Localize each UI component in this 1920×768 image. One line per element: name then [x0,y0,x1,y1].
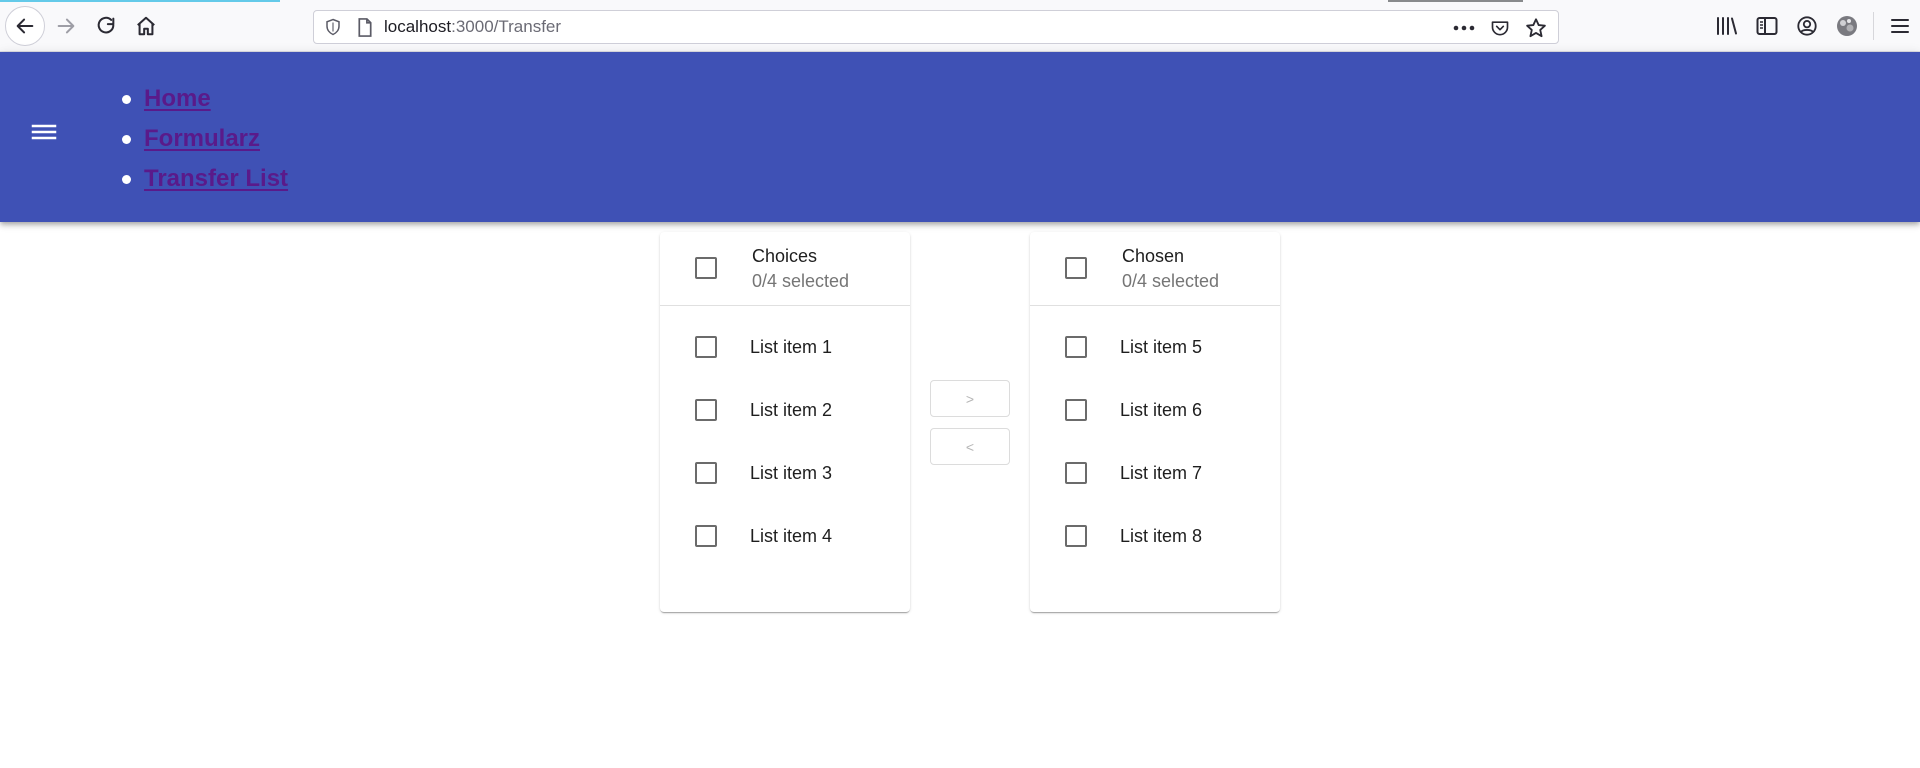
home-button[interactable] [126,6,166,46]
nav-link-transfer-list[interactable]: Transfer List [144,165,288,193]
list-item[interactable]: List item 3 [660,432,910,495]
nav-link-formularz[interactable]: Formularz [144,125,260,153]
list-item-label: List item 1 [750,337,833,357]
list-item-checkbox[interactable] [1065,399,1087,421]
nav-list: Home Formularz Transfer List [121,79,288,199]
list-item-label: List item 2 [750,400,833,420]
chosen-card: Chosen 0/4 selected List item 5 List ite… [1030,232,1280,612]
list-item[interactable]: List item 7 [1030,432,1280,495]
list-item[interactable]: List item 8 [1030,495,1280,558]
page-icon[interactable] [356,17,374,37]
star-icon[interactable] [1522,15,1550,41]
reload-button[interactable] [86,6,126,46]
list-item[interactable]: List item 6 [1030,369,1280,432]
list-item[interactable]: List item 2 [660,369,910,432]
list-item-label: List item 3 [750,463,833,483]
choices-title: Choices [752,246,818,266]
list-item-checkbox[interactable] [1065,336,1087,358]
list-item-checkbox[interactable] [695,399,717,421]
nav-item-formularz: Formularz [121,119,288,159]
shield-icon[interactable] [322,16,344,38]
tab-strip-accent [0,0,1920,2]
list-item-checkbox[interactable] [695,525,717,547]
forward-button[interactable] [46,6,86,46]
move-right-button[interactable]: > [930,380,1010,417]
choices-header: Choices 0/4 selected [660,232,910,306]
list-item[interactable]: List item 5 [1030,306,1280,369]
choices-list: List item 1 List item 2 List item 3 List… [660,306,910,558]
url-text[interactable]: localhost:3000/Transfer [384,17,561,37]
list-item-checkbox[interactable] [1065,462,1087,484]
menu-button[interactable] [24,112,64,152]
list-item[interactable]: List item 1 [660,306,910,369]
pocket-icon[interactable] [1486,15,1514,41]
back-arrow-icon [16,18,34,34]
browser-toolbar: localhost:3000/Transfer [0,0,1920,52]
list-item-checkbox[interactable] [1065,525,1087,547]
list-item-label: List item 8 [1120,526,1203,546]
url-host: localhost [384,17,452,36]
toolbar-separator [1873,12,1874,40]
address-bar[interactable]: localhost:3000/Transfer [313,10,1559,44]
choices-selected-count: 0/4 selected [752,271,850,291]
more-dots-icon[interactable] [1450,15,1478,41]
url-path: :3000/Transfer [451,17,562,36]
list-item-label: List item 7 [1120,463,1203,483]
app-bar: Home Formularz Transfer List [0,52,1920,222]
move-left-button[interactable]: < [930,428,1010,465]
account-icon[interactable] [1787,8,1827,44]
chosen-select-all-checkbox[interactable] [1065,257,1087,279]
back-button[interactable] [5,6,45,46]
list-item[interactable]: List item 4 [660,495,910,558]
nav-item-transfer-list: Transfer List [121,159,288,199]
choices-select-all-checkbox[interactable] [695,257,717,279]
chosen-title: Chosen [1122,246,1185,266]
hamburger-menu-icon[interactable] [1880,8,1920,44]
chosen-list: List item 5 List item 6 List item 7 List… [1030,306,1280,558]
home-icon [137,16,155,36]
list-item-checkbox[interactable] [695,462,717,484]
reload-icon [97,16,115,34]
sidebar-icon[interactable] [1747,8,1787,44]
list-item-label: List item 4 [750,526,833,546]
chosen-selected-count: 0/4 selected [1122,271,1220,291]
forward-arrow-icon [57,18,75,34]
chosen-header: Chosen 0/4 selected [1030,232,1280,306]
nav-item-home: Home [121,79,288,119]
list-item-label: List item 5 [1120,337,1203,357]
extension-icon[interactable] [1827,8,1867,44]
nav-link-home[interactable]: Home [144,85,211,113]
choices-card: Choices 0/4 selected List item 1 List it… [660,232,910,612]
list-item-label: List item 6 [1120,400,1203,420]
library-icon[interactable] [1707,8,1747,44]
list-item-checkbox[interactable] [695,336,717,358]
menu-icon [31,124,57,140]
